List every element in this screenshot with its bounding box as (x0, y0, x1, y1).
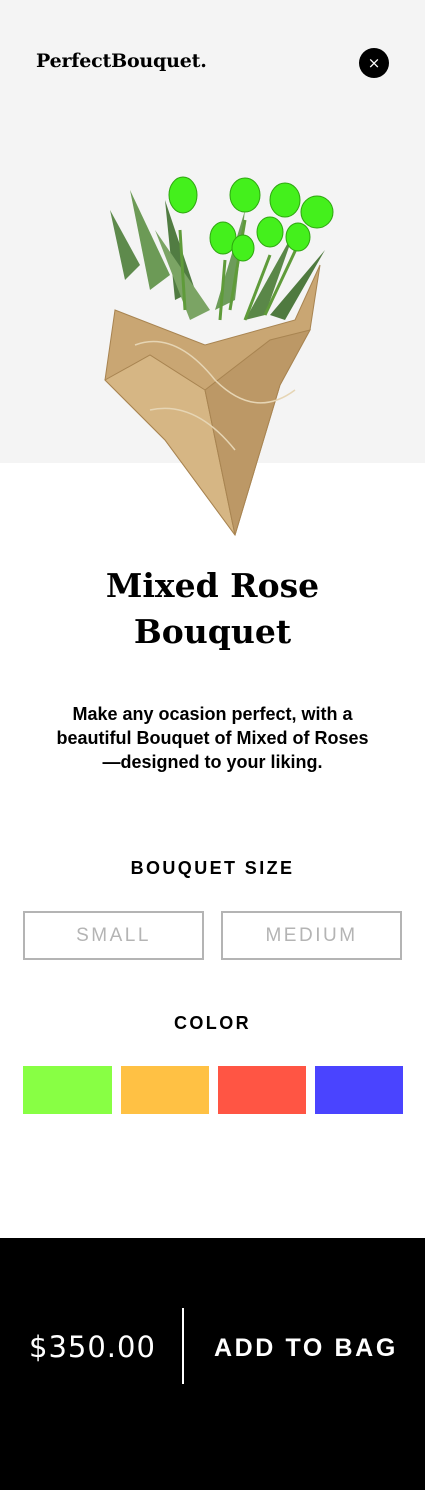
size-small-button[interactable]: SMALL (23, 911, 204, 960)
color-swatch-blue[interactable] (315, 1066, 403, 1114)
close-button[interactable]: × (359, 48, 389, 78)
product-title: Mixed Rose Bouquet (0, 563, 425, 655)
add-to-bag-button[interactable]: ADD TO BAG (214, 1334, 398, 1363)
bouquet-image (104, 176, 334, 537)
product-title-line-1: Mixed Rose (105, 566, 320, 605)
bouquet-size-label: BOUQUET SIZE (130, 858, 295, 878)
color-swatch-orange[interactable] (121, 1066, 209, 1114)
checkout-bar: $350.00 ADD TO BAG (0, 1238, 425, 1490)
price: $350.00 (29, 1330, 156, 1364)
color-label: COLOR (174, 1013, 251, 1033)
size-medium-button[interactable]: MEDIUM (221, 911, 402, 960)
divider (182, 1308, 184, 1384)
product-title-line-2: Bouquet (133, 612, 292, 651)
brand-logo[interactable]: PerfectBouquet. (36, 50, 207, 72)
product-description: Make any ocasion perfect, with a beautif… (56, 704, 369, 772)
color-swatch-green[interactable] (23, 1066, 112, 1114)
color-swatch-red[interactable] (218, 1066, 306, 1114)
close-icon: × (367, 54, 381, 72)
